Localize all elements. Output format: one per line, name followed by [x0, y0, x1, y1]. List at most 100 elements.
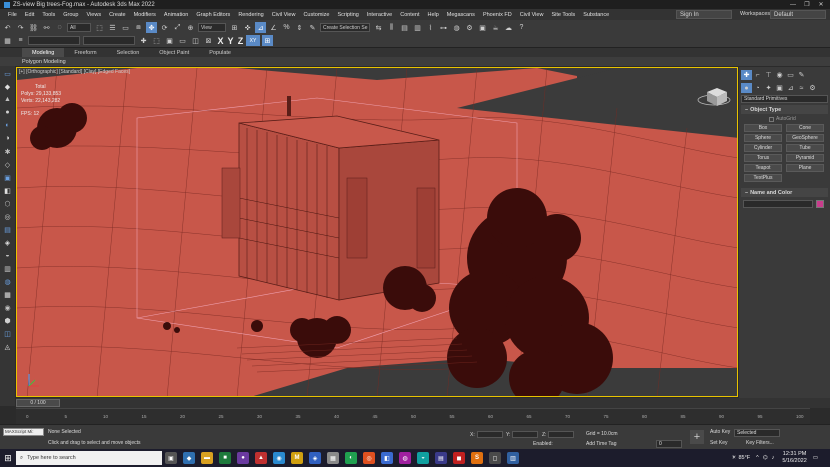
- primitive-button-geosphere[interactable]: GeoSphere: [786, 134, 824, 142]
- spinner-snap-icon[interactable]: ⇕: [294, 22, 305, 33]
- file-explorer-icon[interactable]: ▬: [201, 452, 213, 464]
- object-name-input[interactable]: [743, 200, 813, 208]
- app-icon-12[interactable]: ◒: [417, 452, 429, 464]
- menu-item-8[interactable]: Graph Editors: [192, 12, 234, 18]
- menu-item-5[interactable]: Create: [105, 12, 130, 18]
- time-slider[interactable]: 0 / 100: [16, 399, 60, 407]
- app-icon-14[interactable]: ◼: [453, 452, 465, 464]
- layer-dropdown[interactable]: [28, 36, 80, 45]
- menu-item-0[interactable]: File: [4, 12, 21, 18]
- ribbon-tab-1[interactable]: Freeform: [64, 48, 106, 57]
- app-icon-2[interactable]: ■: [219, 452, 231, 464]
- left-tool-9-icon[interactable]: ◧: [2, 185, 13, 196]
- manipulate-icon[interactable]: ✜: [242, 22, 253, 33]
- app-icon-6[interactable]: M: [291, 452, 303, 464]
- object-type-rollout[interactable]: – Object Type: [741, 105, 828, 114]
- windows-start-icon[interactable]: ⊞: [0, 449, 16, 467]
- left-tool-16-icon[interactable]: ◍: [2, 276, 13, 287]
- object-color-swatch[interactable]: [816, 200, 824, 208]
- z-coordinate-input[interactable]: [548, 431, 575, 438]
- lights-icon[interactable]: ✦: [763, 83, 774, 93]
- left-tool-3-icon[interactable]: ●: [2, 107, 13, 118]
- left-tool-5-icon[interactable]: ◑: [2, 133, 13, 144]
- redo-icon[interactable]: ↷: [15, 22, 26, 33]
- isolate-icon[interactable]: ◫: [190, 35, 201, 46]
- menu-item-4[interactable]: Views: [83, 12, 106, 18]
- menu-item-15[interactable]: Help: [423, 12, 442, 18]
- menu-item-6[interactable]: Modifiers: [130, 12, 160, 18]
- menu-item-13[interactable]: Interactive: [363, 12, 396, 18]
- undo-icon[interactable]: ↶: [2, 22, 13, 33]
- left-tool-21-icon[interactable]: ◬: [2, 341, 13, 352]
- sign-in-button[interactable]: Sign In: [676, 10, 732, 19]
- temperature[interactable]: 85°F: [738, 455, 750, 461]
- taskbar-search-input[interactable]: ⌕ Type here to search: [16, 451, 162, 465]
- primitive-button-cone[interactable]: Cone: [786, 124, 824, 132]
- scene-explorer-icon[interactable]: ▤: [399, 22, 410, 33]
- menu-item-11[interactable]: Customize: [299, 12, 333, 18]
- auto-key-button[interactable]: Auto Key: [710, 429, 730, 435]
- left-tool-17-icon[interactable]: ▦: [2, 289, 13, 300]
- menu-item-7[interactable]: Animation: [160, 12, 192, 18]
- left-tool-18-icon[interactable]: ◉: [2, 302, 13, 313]
- viewport-label[interactable]: [+] [Orthographic] [Standard] [Clay] [Ed…: [19, 69, 130, 75]
- key-mode-dropdown[interactable]: Selected: [734, 429, 780, 437]
- maxscript-listener[interactable]: MAXScript Mi:: [3, 428, 44, 436]
- add-time-tag[interactable]: Add Time Tag: [586, 441, 616, 447]
- notifications-icon[interactable]: ▭: [813, 455, 818, 461]
- render-icon[interactable]: ☕: [490, 22, 501, 33]
- app-icon-5[interactable]: ◉: [273, 452, 285, 464]
- left-tool-2-icon[interactable]: ▲: [2, 94, 13, 105]
- spacewarps-icon[interactable]: ≈: [796, 83, 807, 93]
- layer-icon[interactable]: ≡: [15, 35, 26, 46]
- left-tool-15-icon[interactable]: ▥: [2, 263, 13, 274]
- select-move-icon[interactable]: ✥: [146, 22, 157, 33]
- help-icon[interactable]: ?: [516, 22, 527, 33]
- maximize-icon[interactable]: ❐: [800, 0, 814, 9]
- align-icon[interactable]: ⫼: [386, 22, 397, 33]
- primitive-button-pyramid[interactable]: Pyramid: [786, 154, 824, 162]
- named-selection-dropdown[interactable]: Create Selection Se: [320, 23, 370, 32]
- left-tool-8-icon[interactable]: ▣: [2, 172, 13, 183]
- layer-explorer-icon[interactable]: ▥: [412, 22, 423, 33]
- ribbon-tab-2[interactable]: Selection: [107, 48, 150, 57]
- app-icon-13[interactable]: ▤: [435, 452, 447, 464]
- polygon-modeling-label[interactable]: Polygon Modeling: [22, 59, 66, 65]
- tray-chevron-icon[interactable]: ^: [756, 455, 759, 461]
- axis-z-button[interactable]: Z: [236, 36, 245, 46]
- selection-lock-icon[interactable]: ▭: [177, 35, 188, 46]
- menu-item-18[interactable]: Civil View: [516, 12, 548, 18]
- angle-snap-icon[interactable]: ∠: [268, 22, 279, 33]
- display-tab-icon[interactable]: ▭: [785, 70, 796, 80]
- select-in-layer-icon[interactable]: ⬚: [151, 35, 162, 46]
- ribbon-tab-0[interactable]: Modeling: [22, 48, 65, 57]
- clock[interactable]: 12:31 PM 5/16/2022: [782, 451, 806, 465]
- selection-filter-dropdown[interactable]: All: [67, 23, 91, 32]
- app-icon-16[interactable]: ◻: [489, 452, 501, 464]
- key-filters-button[interactable]: Key Filters...: [746, 440, 774, 446]
- left-tool-1-icon[interactable]: ◆: [2, 81, 13, 92]
- autogrid-checkbox[interactable]: AutoGrid: [769, 116, 830, 122]
- motion-tab-icon[interactable]: ◉: [774, 70, 785, 80]
- left-tool-12-icon[interactable]: ▤: [2, 224, 13, 235]
- set-key-plus-icon[interactable]: +: [690, 430, 704, 444]
- menu-item-2[interactable]: Tools: [38, 12, 59, 18]
- create-tab-icon[interactable]: ✚: [741, 70, 752, 80]
- app-icon-11[interactable]: ◍: [399, 452, 411, 464]
- app-icon-4[interactable]: ▲: [255, 452, 267, 464]
- rendered-frame-icon[interactable]: ▣: [477, 22, 488, 33]
- menu-item-1[interactable]: Edit: [21, 12, 38, 18]
- axis-xy-button[interactable]: XY: [246, 35, 260, 46]
- primitive-button-textplus[interactable]: TextPlus: [744, 174, 782, 182]
- menu-item-9[interactable]: Rendering: [234, 12, 267, 18]
- primitive-button-box[interactable]: Box: [744, 124, 782, 132]
- menu-item-16[interactable]: Megascans: [443, 12, 479, 18]
- left-tool-20-icon[interactable]: ◫: [2, 328, 13, 339]
- menu-item-17[interactable]: Phoenix FD: [479, 12, 516, 18]
- left-tool-19-icon[interactable]: ⬢: [2, 315, 13, 326]
- app-icon-1[interactable]: ◆: [183, 452, 195, 464]
- app-icon-10[interactable]: ◧: [381, 452, 393, 464]
- menu-item-12[interactable]: Scripting: [333, 12, 362, 18]
- name-color-rollout[interactable]: – Name and Color: [741, 188, 828, 197]
- app-icon-3[interactable]: ●: [237, 452, 249, 464]
